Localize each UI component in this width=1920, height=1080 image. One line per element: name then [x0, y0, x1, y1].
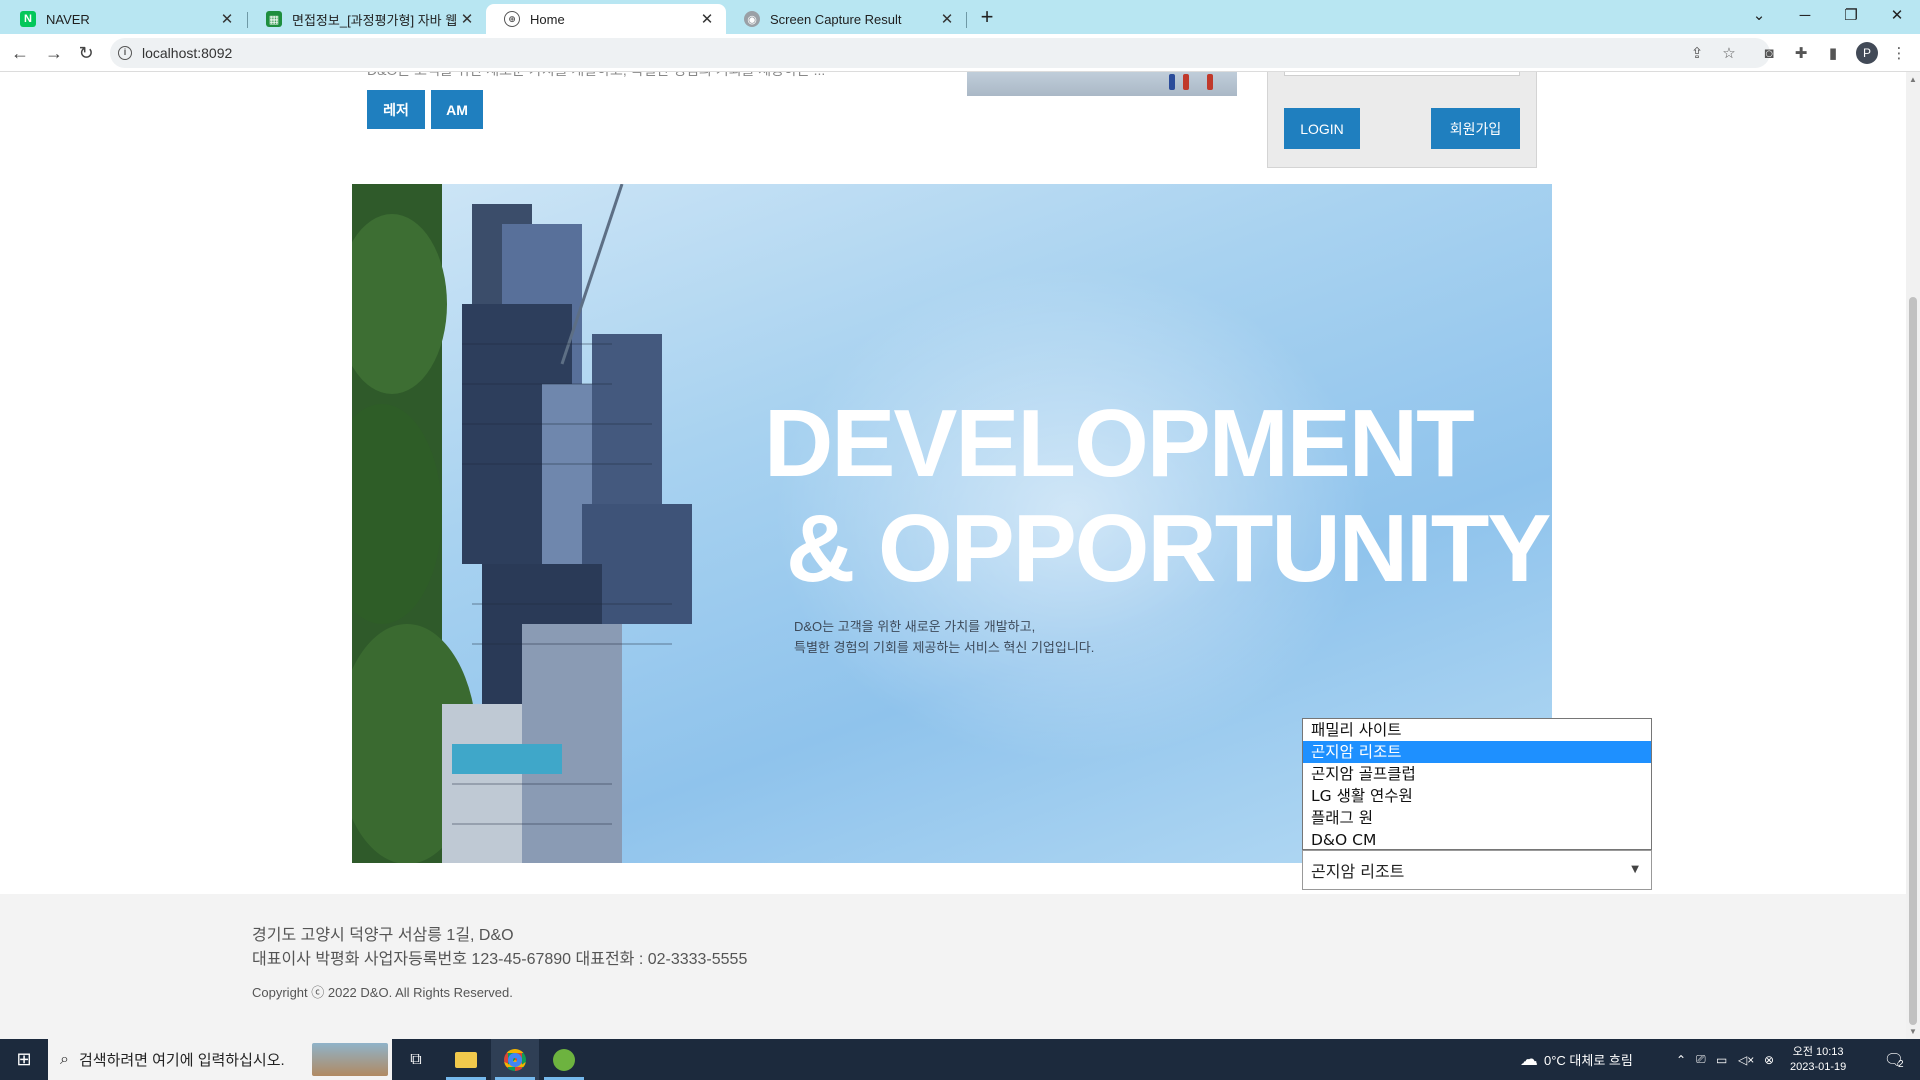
footer-info: 경기도 고양시 덕양구 서삼릉 1길, D&O 대표이사 박평화 사업자등록번호… [252, 924, 747, 972]
site-footer: 경기도 고양시 덕양구 서삼릉 1길, D&O 대표이사 박평화 사업자등록번호… [0, 894, 1906, 1039]
family-site-option[interactable]: 플래그 원 [1303, 807, 1651, 829]
taskbar-clock[interactable]: 오전 10:13 2023-01-19 [1790, 1039, 1846, 1080]
login-panel: LOGIN 회원가입 [1267, 72, 1537, 168]
screenshot-camera-icon[interactable]: ◙ [1759, 43, 1779, 63]
share-icon[interactable]: ⇪ [1687, 43, 1707, 63]
site-info-icon[interactable]: i [118, 46, 132, 60]
search-icon: ⌕ [60, 1050, 69, 1068]
sheets-icon: ▦ [266, 11, 282, 27]
scrollbar-thumb[interactable] [1909, 297, 1917, 1025]
taskbar-search-box[interactable]: ⌕ 검색하려면 여기에 입력하십시오. [48, 1039, 392, 1080]
thumb-figure [1169, 74, 1175, 90]
spring-tool-icon[interactable] [540, 1039, 588, 1080]
scroll-down-arrow-icon[interactable]: ▼ [1909, 1027, 1917, 1036]
browser-toolbar: ← → ↻ i localhost:8092 ⇪ ☆ ◙ ✚ ▮ P ⋮ [0, 34, 1920, 72]
url-text: localhost:8092 [142, 45, 233, 61]
news-excerpt: D&O는 고객을 위한 새로운 가치를 개발하고, 특별한 경험의 기회를 제공… [367, 72, 825, 80]
hero-desc-line1: D&O는 고객을 위한 새로운 가치를 개발하고, [794, 619, 1036, 634]
tab-home[interactable]: ⊕ Home ✕ [486, 4, 726, 34]
profile-avatar[interactable]: P [1856, 42, 1878, 64]
family-site-option[interactable]: 패밀리 사이트 [1303, 719, 1651, 741]
page-viewport: D&O는 고객을 위한 새로운 가치를 개발하고, 특별한 경험의 기회를 제공… [0, 72, 1906, 1039]
close-icon[interactable]: ✕ [698, 10, 716, 28]
weather-widget[interactable]: ☁ 0°C 대체로 흐림 [1520, 1039, 1633, 1080]
signup-button[interactable]: 회원가입 [1431, 108, 1520, 149]
tab-separator [966, 12, 967, 28]
taskbar-search-placeholder: 검색하려면 여기에 입력하십시오. [78, 1052, 285, 1069]
footer-copyright: Copyright ⓒ 2022 D&O. All Rights Reserve… [252, 985, 513, 1000]
chrome-icon[interactable] [491, 1039, 539, 1080]
chevron-down-icon: ▼ [1631, 864, 1639, 875]
minimize-button[interactable]: ─ [1782, 0, 1828, 30]
camera-icon: ◉ [744, 11, 760, 27]
back-button[interactable]: ← [6, 39, 34, 67]
hero-desc-line2: 특별한 경험의 기회를 제공하는 서비스 혁신 기업입니다. [794, 640, 1095, 655]
news-thumbnail[interactable] [967, 72, 1237, 96]
file-explorer-icon[interactable] [442, 1039, 490, 1080]
side-panel-icon[interactable]: ▮ [1823, 43, 1843, 63]
extensions-puzzle-icon[interactable]: ✚ [1791, 43, 1811, 63]
family-site-option[interactable]: LG 생활 연수원 [1303, 785, 1651, 807]
login-button[interactable]: LOGIN [1284, 108, 1360, 149]
bookmark-star-icon[interactable]: ☆ [1719, 43, 1739, 63]
windows-taskbar: ⊞ ⌕ 검색하려면 여기에 입력하십시오. ⧉ ☁ 0°C 대체로 흐림 ⌃ ⎚… [0, 1039, 1920, 1080]
family-site-dropdown-list: 패밀리 사이트 곤지암 리조트 곤지암 골프클럽 LG 생활 연수원 플래그 원… [1302, 718, 1652, 850]
thumb-figure [1183, 74, 1189, 90]
browser-tabstrip: N NAVER ✕ ▦ 면접정보_[과정평가형] 자바 웹기 ✕ ⊕ Home … [0, 0, 1920, 34]
task-view-icon[interactable]: ⧉ [392, 1039, 440, 1080]
family-site-option[interactable]: D&O CM [1303, 829, 1651, 851]
tray-overflow-chevron-icon[interactable]: ⌃ [1676, 1039, 1686, 1080]
footer-address: 경기도 고양시 덕양구 서삼릉 1길, D&O [252, 927, 514, 944]
scroll-up-arrow-icon[interactable]: ▲ [1909, 75, 1917, 84]
clock-time: 오전 10:13 [1792, 1045, 1844, 1058]
family-site-option[interactable]: 곤지암 골프클럽 [1303, 763, 1651, 785]
close-icon[interactable]: ✕ [458, 10, 476, 28]
footer-business-info: 대표이사 박평화 사업자등록번호 123-45-67890 대표전화 : 02-… [252, 951, 748, 968]
tag-button-am[interactable]: AM [431, 90, 483, 129]
tab-title: Home [530, 11, 565, 27]
hero-title-line2: & OPPORTUNITY [786, 495, 1551, 602]
cloud-weather-icon: ☁ [1520, 1049, 1538, 1069]
globe-icon: ⊕ [504, 11, 520, 27]
notification-center-icon[interactable]: 🗨 2 [1874, 1039, 1914, 1080]
page-scrollbar[interactable]: ▲ ▼ [1906, 72, 1920, 1039]
family-site-option-selected[interactable]: 곤지암 리조트 [1303, 741, 1651, 763]
naver-icon: N [20, 11, 36, 27]
close-icon[interactable]: ✕ [218, 10, 236, 28]
family-site-selected-value: 곤지암 리조트 [1311, 862, 1405, 881]
tab-screen-capture[interactable]: ◉ Screen Capture Result ✕ [726, 4, 966, 34]
close-window-button[interactable]: ✕ [1874, 0, 1920, 30]
weather-text: 0°C 대체로 흐림 [1544, 1053, 1633, 1068]
close-icon[interactable]: ✕ [938, 10, 956, 28]
city-skyline-image [352, 184, 692, 863]
tray-status-icon[interactable]: ⊗ [1764, 1039, 1774, 1080]
reload-button[interactable]: ↻ [72, 39, 100, 67]
new-tab-button[interactable]: + [975, 6, 999, 30]
restore-button[interactable]: ❐ [1828, 0, 1874, 30]
notification-count: 2 [1898, 1059, 1904, 1070]
search-highlight-image [312, 1043, 388, 1076]
network-icon[interactable]: ▭ [1716, 1039, 1727, 1080]
hero-description: D&O는 고객을 위한 새로운 가치를 개발하고, 특별한 경험의 기회를 제공… [794, 616, 1094, 658]
windows-start-icon[interactable]: ⊞ [0, 1039, 48, 1080]
password-field[interactable] [1284, 72, 1520, 76]
clock-date: 2023-01-19 [1790, 1060, 1847, 1073]
family-site-select[interactable]: 곤지암 리조트 ▼ [1302, 850, 1652, 890]
address-bar[interactable]: i localhost:8092 [110, 38, 1770, 68]
hero-title-line1: DEVELOPMENT [764, 390, 1475, 497]
tab-title: 면접정보_[과정평가형] 자바 웹기 [292, 12, 458, 28]
tab-title: Screen Capture Result [770, 11, 902, 27]
tab-search-chevron-icon[interactable]: ⌄ [1736, 0, 1782, 30]
menu-kebab-icon[interactable]: ⋮ [1889, 43, 1909, 63]
forward-button[interactable]: → [40, 39, 68, 67]
tag-button-leisure[interactable]: 레저 [367, 90, 425, 129]
tab-title: NAVER [46, 11, 90, 27]
volume-muted-icon[interactable]: ◁× [1738, 1039, 1754, 1080]
meet-now-icon[interactable]: ⎚ [1696, 1039, 1706, 1080]
thumb-figure [1207, 74, 1213, 90]
tab-naver[interactable]: N NAVER ✕ [2, 4, 246, 34]
tab-interview-sheet[interactable]: ▦ 면접정보_[과정평가형] 자바 웹기 ✕ [248, 4, 486, 34]
